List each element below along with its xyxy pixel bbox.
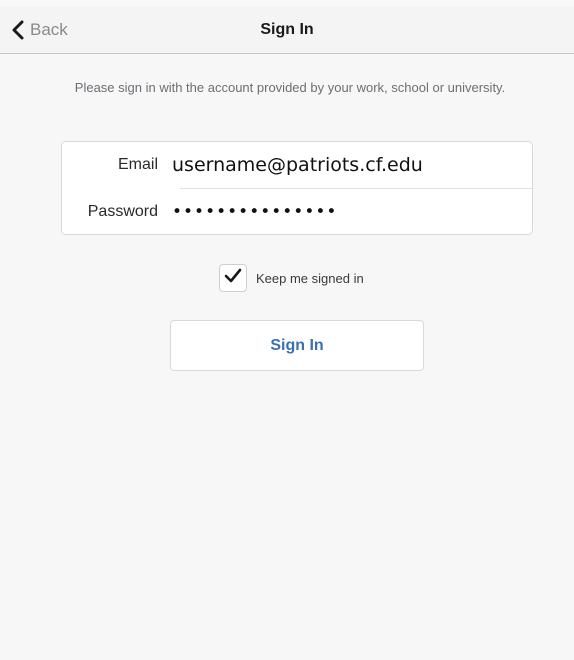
email-field[interactable]: [172, 154, 512, 176]
credentials-form: Email Password •••••••••••••••: [61, 141, 533, 235]
back-label: Back: [30, 20, 68, 39]
navigation-bar: Back Sign In: [0, 7, 574, 54]
keep-signed-in-label: Keep me signed in: [256, 270, 364, 286]
email-label: Email: [117, 156, 158, 173]
password-label: Password: [87, 203, 158, 220]
back-button[interactable]: Back: [12, 16, 68, 44]
chevron-left-icon: [12, 20, 24, 40]
email-row: Email: [62, 142, 532, 188]
checkmark-icon: [224, 268, 242, 289]
keep-signed-in-toggle[interactable]: Keep me signed in: [219, 264, 364, 292]
page-title: Sign In: [260, 21, 314, 38]
keep-signed-in-checkbox[interactable]: [219, 264, 247, 292]
password-row: Password •••••••••••••••: [62, 189, 532, 235]
sign-in-button[interactable]: Sign In: [170, 320, 424, 371]
intro-text: Please sign in with the account provided…: [74, 80, 506, 95]
sign-in-screen: Back Sign In Please sign in with the acc…: [0, 0, 574, 660]
password-field[interactable]: •••••••••••••••: [172, 202, 512, 222]
